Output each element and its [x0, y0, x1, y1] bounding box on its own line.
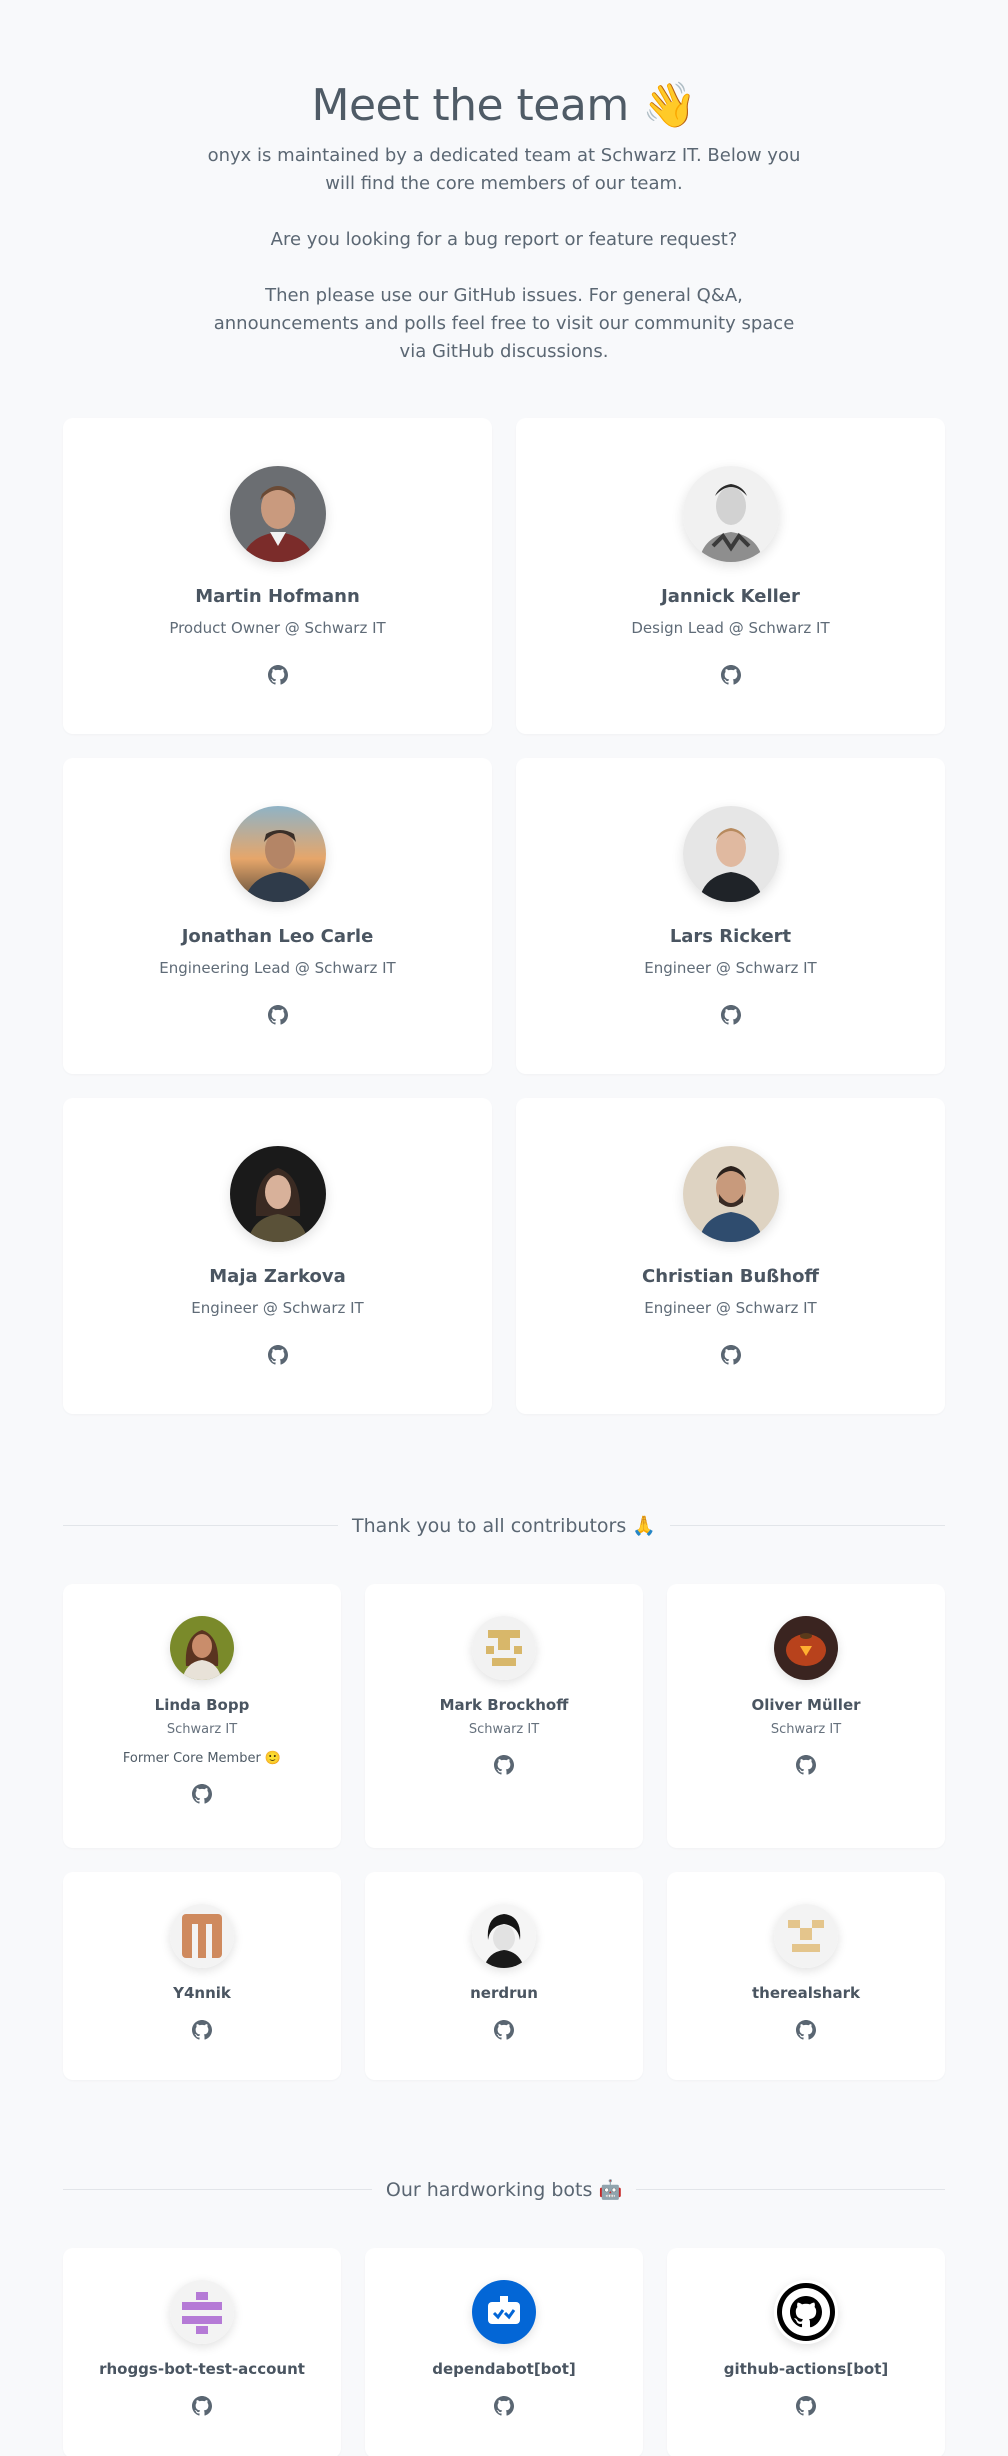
member-role: Engineering Lead @ Schwarz IT	[159, 959, 396, 977]
github-icon[interactable]	[192, 2396, 212, 2416]
avatar	[682, 1146, 779, 1242]
contributor-org: Schwarz IT	[468, 1722, 540, 1737]
contributors-heading-text: Thank you to all contributors	[352, 1515, 627, 1537]
github-icon[interactable]	[192, 2020, 212, 2040]
avatar	[229, 466, 326, 562]
contributor-org: Schwarz IT	[770, 1722, 842, 1737]
member-name: Jonathan Leo Carle	[181, 926, 374, 947]
contributor-card: nerdrun	[365, 1872, 643, 2080]
robot-emoji: 🤖	[598, 2179, 623, 2201]
avatar	[774, 1616, 838, 1680]
team-member-card: Maja Zarkova Engineer @ Schwarz IT	[63, 1098, 492, 1414]
hero-section: Meet the team 👋 onyx is maintained by a …	[0, 0, 1008, 366]
avatar	[229, 1146, 326, 1242]
contributor-card: Y4nnik	[63, 1872, 341, 2080]
github-icon[interactable]	[720, 1345, 741, 1365]
contributor-name: Linda Bopp	[154, 1696, 250, 1714]
member-role: Engineer @ Schwarz IT	[644, 959, 817, 977]
core-team-grid: Martin Hofmann Product Owner @ Schwarz I…	[63, 418, 945, 1414]
divider-line	[63, 1525, 339, 1526]
contributor-name: Oliver Müller	[751, 1696, 861, 1714]
avatar	[774, 1904, 838, 1968]
divider-line	[669, 1525, 946, 1526]
bot-card: github-actions[bot]	[667, 2248, 945, 2456]
github-icon[interactable]	[796, 2396, 816, 2416]
contributor-note: Former Core Member 🙂	[122, 1751, 282, 1766]
contributor-card: therealshark	[667, 1872, 945, 2080]
github-icon[interactable]	[720, 1005, 741, 1025]
github-icon[interactable]	[494, 2020, 514, 2040]
bot-card: rhoggs-bot-test-account	[63, 2248, 341, 2456]
member-name: Christian Bußhoff	[641, 1266, 820, 1287]
team-member-card: Jonathan Leo Carle Engineering Lead @ Sc…	[63, 758, 492, 1074]
github-icon[interactable]	[494, 2396, 514, 2416]
page-title: Meet the team 👋	[0, 76, 1008, 136]
github-icon[interactable]	[796, 1755, 816, 1775]
avatar	[774, 2280, 838, 2344]
member-role: Product Owner @ Schwarz IT	[169, 619, 386, 637]
bots-divider: Our hardworking bots 🤖	[63, 2178, 946, 2201]
contributor-card: Linda Bopp Schwarz IT Former Core Member…	[63, 1584, 341, 1848]
contributor-name: Mark Brockhoff	[439, 1696, 569, 1714]
member-name: Lars Rickert	[669, 926, 792, 947]
contributors-divider: Thank you to all contributors 🙏	[63, 1514, 946, 1537]
avatar	[472, 1904, 536, 1968]
bot-name: rhoggs-bot-test-account	[99, 2360, 305, 2378]
contributor-card: Oliver Müller Schwarz IT	[667, 1584, 945, 1848]
github-icon[interactable]	[192, 1784, 212, 1804]
contributors-heading: Thank you to all contributors 🙏	[338, 1514, 670, 1537]
member-role: Engineer @ Schwarz IT	[644, 1299, 817, 1317]
member-role: Engineer @ Schwarz IT	[191, 1299, 364, 1317]
contributor-name: Y4nnik	[173, 1984, 231, 2002]
github-icon[interactable]	[796, 2020, 816, 2040]
github-icon[interactable]	[267, 1345, 288, 1365]
contributors-grid: Linda Bopp Schwarz IT Former Core Member…	[63, 1584, 945, 2080]
contributor-card: Mark Brockhoff Schwarz IT	[365, 1584, 643, 1848]
avatar	[170, 1904, 234, 1968]
bots-grid: rhoggs-bot-test-account dependabot[bot]	[63, 2248, 945, 2456]
member-name: Maja Zarkova	[209, 1266, 346, 1287]
avatar	[472, 2280, 536, 2344]
contributor-name: nerdrun	[470, 1984, 538, 2002]
member-role: Design Lead @ Schwarz IT	[631, 619, 830, 637]
avatar	[682, 466, 779, 562]
bots-heading-text: Our hardworking bots	[385, 2179, 593, 2201]
waving-hand-emoji: 👋	[642, 80, 697, 131]
divider-line	[63, 2189, 372, 2190]
bot-card: dependabot[bot]	[365, 2248, 643, 2456]
github-icon[interactable]	[267, 1005, 288, 1025]
intro-text: onyx is maintained by a dedicated team a…	[207, 145, 801, 194]
member-name: Jannick Keller	[661, 586, 800, 607]
avatar	[472, 1616, 536, 1680]
page-title-text: Meet the team	[311, 80, 630, 131]
avatar	[682, 806, 779, 902]
team-member-card: Christian Bußhoff Engineer @ Schwarz IT	[516, 1098, 945, 1414]
avatar	[170, 1616, 234, 1680]
divider-line	[636, 2189, 946, 2190]
team-member-card: Jannick Keller Design Lead @ Schwarz IT	[516, 418, 945, 734]
issues-text: Then please use our GitHub issues. For g…	[213, 285, 795, 362]
member-name: Martin Hofmann	[195, 586, 360, 607]
contributor-org: Schwarz IT	[166, 1722, 238, 1737]
bot-name: github-actions[bot]	[723, 2360, 889, 2378]
github-icon[interactable]	[267, 665, 288, 685]
avatar	[229, 806, 326, 902]
bot-name: dependabot[bot]	[432, 2360, 576, 2378]
question-text: Are you looking for a bug report or feat…	[270, 229, 738, 250]
github-icon[interactable]	[494, 1755, 514, 1775]
bots-heading: Our hardworking bots 🤖	[372, 2178, 636, 2201]
contributor-name: therealshark	[752, 1984, 860, 2002]
team-member-card: Martin Hofmann Product Owner @ Schwarz I…	[63, 418, 492, 734]
team-member-card: Lars Rickert Engineer @ Schwarz IT	[516, 758, 945, 1074]
avatar	[170, 2280, 234, 2344]
folded-hands-emoji: 🙏	[632, 1515, 656, 1537]
github-icon[interactable]	[720, 665, 741, 685]
